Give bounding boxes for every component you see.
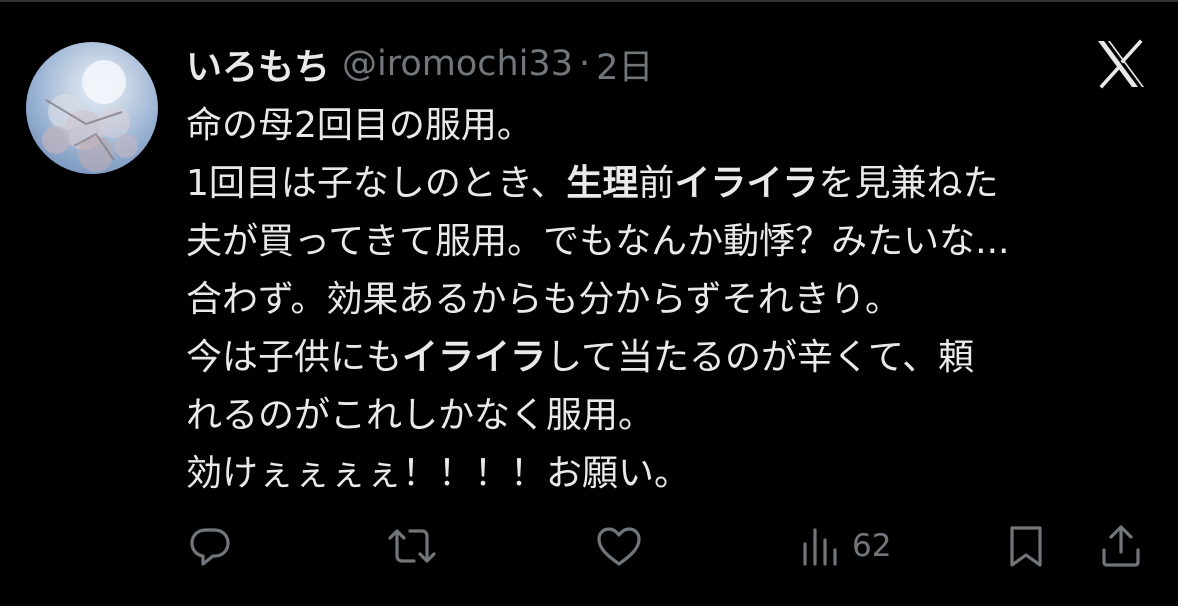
- text-segment: 効けぇぇぇぇ！！！！お願い。: [186, 453, 691, 494]
- tweet-line: 1回目は子なしのとき、生理前イライラを見兼ねた: [186, 155, 1161, 213]
- avatar-image: [42, 60, 138, 172]
- avatar[interactable]: [26, 42, 158, 174]
- tweet-line: 今は子供にもイライラして当たるのが辛くて、頼: [186, 329, 1161, 387]
- text-segment: 今は子供にも: [186, 337, 403, 378]
- text-segment: を見兼ねた: [818, 163, 999, 204]
- retweet-button[interactable]: [384, 518, 440, 574]
- x-logo-icon[interactable]: [1094, 38, 1148, 90]
- share-icon: [1102, 525, 1140, 567]
- bookmark-icon: [1010, 526, 1042, 567]
- text-segment: 1回目は子なしのとき、: [186, 163, 567, 204]
- views-button[interactable]: 62: [800, 518, 891, 574]
- top-divider: [0, 0, 1178, 2]
- text-segment: れるのがこれしかなく服用。: [186, 395, 655, 436]
- text-segment: して当たるのが辛くて、頼: [546, 337, 975, 378]
- highlighted-text[interactable]: イライラ: [402, 337, 546, 378]
- tweet-line: 命の母2回目の服用。: [186, 97, 1161, 155]
- tweet-text: 命の母2回目の服用。 1回目は子なしのとき、生理前イライラを見兼ねた 夫が買ってきて…: [186, 97, 1161, 503]
- text-segment: 合わず。効果あるからも分からずそれきり。: [186, 279, 901, 320]
- text-segment: 前: [638, 163, 675, 204]
- display-name[interactable]: いろもち: [186, 38, 330, 90]
- views-icon: [803, 528, 837, 566]
- user-handle[interactable]: @iromochi33: [342, 44, 573, 84]
- tweet-line: 夫が買ってきて服用。でもなんか動悸？みたいな...: [186, 213, 1161, 271]
- share-button[interactable]: [1097, 518, 1145, 574]
- tweet-line: 合わず。効果あるからも分からずそれきり。: [186, 271, 1161, 329]
- text-segment: 命の母2回目の服用。: [186, 105, 533, 146]
- tweet-line: れるのがこれしかなく服用。: [186, 387, 1161, 445]
- heart-icon: [597, 527, 641, 566]
- view-count: 62: [852, 528, 892, 564]
- bookmark-button[interactable]: [1004, 518, 1048, 574]
- highlighted-text[interactable]: 生理: [566, 163, 638, 204]
- retweet-icon: [388, 529, 436, 563]
- tweet-header: いろもち @iromochi33 · 2日: [186, 38, 653, 90]
- text-segment: 夫が買ってきて服用。でもなんか動悸？みたいな...: [186, 221, 1010, 262]
- like-button[interactable]: [594, 518, 644, 574]
- tweet-line: 効けぇぇぇぇ！！！！お願い。: [186, 445, 1161, 503]
- timestamp[interactable]: 2日: [596, 39, 653, 90]
- separator-dot: ·: [578, 44, 591, 84]
- highlighted-text[interactable]: イライラ: [674, 163, 818, 204]
- reply-button[interactable]: [186, 518, 234, 574]
- reply-icon: [190, 528, 230, 566]
- action-bar: 62: [0, 518, 1178, 574]
